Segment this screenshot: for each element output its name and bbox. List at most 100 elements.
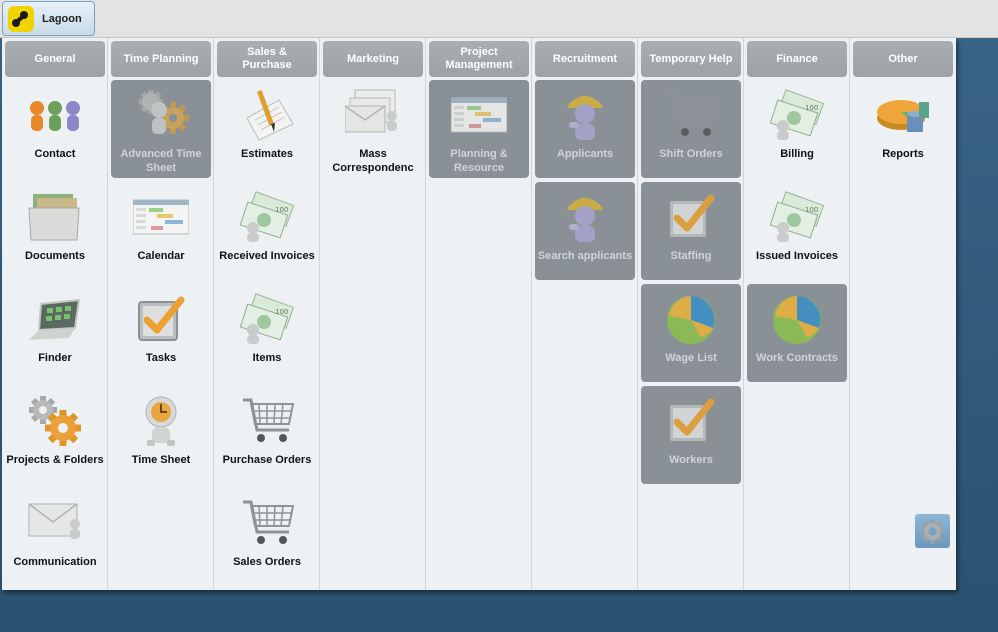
worker-icon [557,88,613,142]
column-recruitment: Recruitment Applicants Search applicants [532,38,638,590]
gear-icon [920,519,945,544]
column-header[interactable]: Marketing [323,41,423,77]
cart-icon [239,394,295,448]
module-tile-tasks[interactable]: Tasks [111,284,211,382]
module-tile-sales-orders[interactable]: Sales Orders [217,488,317,586]
module-label: Workers [669,454,713,466]
column-header[interactable]: Recruitment [535,41,635,77]
lagoon-logo-icon [8,5,34,32]
clock-figure-icon [133,394,189,448]
module-tile-workers[interactable]: Workers [641,386,741,484]
column-header[interactable]: Other [853,41,953,77]
module-tile-communication[interactable]: Communication [5,488,105,586]
calendar-icon [450,88,508,142]
column-marketing: Marketing Mass Correspondenc [320,38,426,590]
column-header[interactable]: Time Planning [111,41,211,77]
module-tile-finder[interactable]: Finder [5,284,105,382]
app-name: Lagoon [42,12,82,25]
module-label: Mass Correspondenc [332,148,414,174]
module-tile-work-contracts[interactable]: Work Contracts [747,284,847,382]
column-header[interactable]: Temporary Help [641,41,741,77]
checkbox-icon [663,190,719,244]
module-tile-estimates[interactable]: Estimates [217,80,317,178]
module-label: Staffing [670,250,712,262]
column-header[interactable]: Project Management [429,41,529,77]
module-tile-planning-resource[interactable]: Planning & Resource [429,80,529,178]
module-label: Issued Invoices [756,250,838,262]
top-bar: Lagoon [0,0,998,38]
module-tile-mass-correspondenc[interactable]: Mass Correspondenc [323,80,423,178]
module-tile-items[interactable]: 100 Items [217,284,317,382]
module-label: Contact [34,148,76,160]
module-tile-calendar[interactable]: Calendar [111,182,211,280]
module-tile-billing[interactable]: 100 Billing [747,80,847,178]
module-tile-advanced-time-sheet[interactable]: Advanced Time Sheet [111,80,211,178]
calendar-icon [132,190,190,244]
app-menu-button[interactable]: Lagoon [2,1,95,36]
module-panel: General Contact Documents Finder Project… [2,38,956,590]
module-tile-staffing[interactable]: Staffing [641,182,741,280]
column-sales-purchase: Sales & Purchase Estimates 100 Received … [214,38,320,590]
module-label: Received Invoices [219,250,315,262]
column-header[interactable]: Finance [747,41,847,77]
pie-chart-icon [663,292,719,346]
envelope-icon [27,496,83,550]
column-project-management: Project Management Planning & Resource [426,38,532,590]
money-icon: 100 [239,190,295,244]
module-label: Work Contracts [756,352,838,364]
worker-icon [557,190,613,244]
module-label: Finder [38,352,72,364]
module-label: Purchase Orders [222,454,312,466]
gears-icon [27,394,83,448]
module-tile-search-applicants[interactable]: Search applicants [535,182,635,280]
module-tile-applicants[interactable]: Applicants [535,80,635,178]
module-label: Wage List [665,352,717,364]
module-tile-shift-orders[interactable]: Shift Orders [641,80,741,178]
module-tile-reports[interactable]: Reports [853,80,953,178]
module-label: Shift Orders [659,148,723,160]
module-tile-issued-invoices[interactable]: 100 Issued Invoices [747,182,847,280]
module-tile-documents[interactable]: Documents [5,182,105,280]
column-header[interactable]: General [5,41,105,77]
module-tile-time-sheet[interactable]: Time Sheet [111,386,211,484]
module-label: Estimates [241,148,293,160]
module-label: Billing [780,148,814,160]
module-label: Documents [25,250,85,262]
module-tile-wage-list[interactable]: Wage List [641,284,741,382]
svg-text:100: 100 [805,206,818,214]
column-finance: Finance 100 Billing 100 Issued Invoices … [744,38,850,590]
module-label: Communication [13,556,97,568]
module-label: Projects & Folders [6,454,104,466]
module-label: Items [252,352,282,364]
folder-icon [27,190,83,244]
module-tile-received-invoices[interactable]: 100 Received Invoices [217,182,317,280]
checkbox-icon [133,292,189,346]
checkbox-icon [663,394,719,448]
column-temporary-help: Temporary Help Shift Orders Staffing Wag… [638,38,744,590]
column-header[interactable]: Sales & Purchase [217,41,317,77]
column-general: General Contact Documents Finder Project… [2,38,108,590]
module-label: Time Sheet [131,454,191,466]
svg-text:100: 100 [275,308,288,316]
module-label: Calendar [137,250,185,262]
module-label: Tasks [145,352,177,364]
laptop-icon [27,292,83,346]
module-tile-projects-folders[interactable]: Projects & Folders [5,386,105,484]
module-label: Advanced Time Sheet [120,148,202,174]
envelopes-icon [344,88,401,142]
module-label: Reports [882,148,924,160]
module-tile-purchase-orders[interactable]: Purchase Orders [217,386,317,484]
module-tile-contact[interactable]: Contact [5,80,105,178]
3d-pie-chart-icon [875,88,931,142]
settings-button[interactable] [915,514,950,548]
module-label: Sales Orders [233,556,301,568]
module-label: Applicants [556,148,614,160]
cart-icon [663,88,719,142]
money-icon: 100 [769,88,825,142]
people-icon [27,88,83,142]
module-label: Search applicants [537,250,633,262]
module-label: Planning & Resource [450,148,508,174]
pencil-paper-icon [239,88,295,142]
money-icon: 100 [239,292,295,346]
column-time-planning: Time Planning Advanced Time Sheet Calend… [108,38,214,590]
